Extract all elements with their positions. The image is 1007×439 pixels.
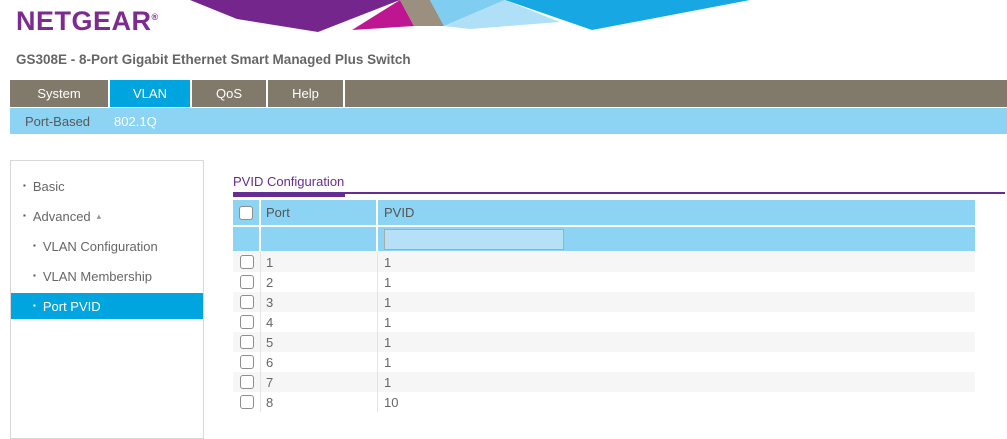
- rule-thick: [233, 192, 345, 197]
- pvid-cell: 1: [378, 312, 975, 332]
- pvid-cell: 1: [378, 352, 975, 372]
- port-cell: 6: [261, 352, 378, 372]
- sidebar-item-port-pvid[interactable]: ▪ Port PVID: [11, 293, 203, 319]
- sidebar-item-label: Advanced: [33, 209, 91, 224]
- table-row: 1 1: [233, 252, 975, 272]
- nav-tab-system[interactable]: System: [10, 80, 110, 107]
- row-checkbox[interactable]: [240, 255, 254, 269]
- subnav-item-port-based[interactable]: Port-Based: [25, 114, 90, 129]
- section-title-rule: [233, 192, 1005, 197]
- main-nav: System VLAN QoS Help: [10, 80, 1007, 107]
- nav-tab-qos[interactable]: QoS: [192, 80, 268, 107]
- rule-thin: [233, 192, 1005, 194]
- netgear-logo: NETGEAR®: [16, 6, 159, 37]
- row-checkbox[interactable]: [240, 335, 254, 349]
- port-cell: 8: [261, 392, 378, 412]
- port-cell: 2: [261, 272, 378, 292]
- pvid-cell: 1: [378, 252, 975, 272]
- table-row: 6 1: [233, 352, 975, 372]
- table-row: 2 1: [233, 272, 975, 292]
- row-checkbox[interactable]: [240, 355, 254, 369]
- bullet-icon: ▪: [23, 212, 26, 220]
- row-checkbox[interactable]: [240, 275, 254, 289]
- row-checkbox[interactable]: [240, 395, 254, 409]
- table-filter-row: [233, 227, 975, 252]
- sidebar-item-label: Basic: [33, 179, 65, 194]
- pvid-cell: 10: [378, 392, 975, 412]
- port-cell: 4: [261, 312, 378, 332]
- port-column-header: Port: [261, 200, 378, 225]
- table-row: 7 1: [233, 372, 975, 392]
- row-checkbox[interactable]: [240, 375, 254, 389]
- pvid-cell: 1: [378, 292, 975, 312]
- sidebar-item-advanced[interactable]: ▪ Advanced ▴: [11, 203, 203, 229]
- table-header-row: Port PVID: [233, 200, 975, 227]
- pvid-column-header: PVID: [378, 200, 975, 225]
- collapse-caret-icon: ▴: [97, 211, 102, 222]
- row-checkbox[interactable]: [240, 315, 254, 329]
- sidebar: ▪ Basic ▪ Advanced ▴ ▪ VLAN Configuratio…: [10, 160, 204, 439]
- bullet-icon: ▪: [33, 272, 36, 280]
- subnav-item-802-1q[interactable]: 802.1Q: [114, 114, 157, 129]
- pvid-cell: 1: [378, 372, 975, 392]
- port-cell: 5: [261, 332, 378, 352]
- bullet-icon: ▪: [33, 242, 36, 250]
- sidebar-item-label: VLAN Membership: [43, 269, 152, 284]
- pvid-cell: 1: [378, 332, 975, 352]
- nav-tab-vlan[interactable]: VLAN: [110, 80, 192, 107]
- table-row: 8 10: [233, 392, 975, 412]
- sub-nav: Port-Based 802.1Q: [10, 108, 1007, 134]
- device-title: GS308E - 8-Port Gigabit Ethernet Smart M…: [16, 52, 411, 67]
- port-cell: 3: [261, 292, 378, 312]
- bullet-icon: ▪: [33, 302, 36, 310]
- section-title: PVID Configuration: [233, 174, 344, 189]
- select-all-checkbox[interactable]: [239, 206, 253, 220]
- port-cell: 1: [261, 252, 378, 272]
- table-body: 1 1 2 1 3 1 4 1 5 1 6 1: [233, 252, 975, 412]
- netgear-logo-text: NETGEAR: [16, 6, 152, 36]
- row-checkbox[interactable]: [240, 295, 254, 309]
- bullet-icon: ▪: [23, 182, 26, 190]
- port-cell: 7: [261, 372, 378, 392]
- table-row: 3 1: [233, 292, 975, 312]
- sidebar-item-vlan-membership[interactable]: ▪ VLAN Membership: [11, 263, 203, 289]
- pvid-cell: 1: [378, 272, 975, 292]
- registered-mark: ®: [152, 12, 159, 22]
- pvid-table: Port PVID 1 1 2 1 3 1 4 1: [233, 200, 975, 412]
- nav-tab-help[interactable]: Help: [268, 80, 345, 107]
- sidebar-item-vlan-configuration[interactable]: ▪ VLAN Configuration: [11, 233, 203, 259]
- banner-graphic: [186, 0, 756, 33]
- table-row: 4 1: [233, 312, 975, 332]
- sidebar-item-label: Port PVID: [43, 299, 101, 314]
- sidebar-item-label: VLAN Configuration: [43, 239, 158, 254]
- table-row: 5 1: [233, 332, 975, 352]
- sidebar-item-basic[interactable]: ▪ Basic: [11, 173, 203, 199]
- pvid-filter-input[interactable]: [384, 229, 564, 250]
